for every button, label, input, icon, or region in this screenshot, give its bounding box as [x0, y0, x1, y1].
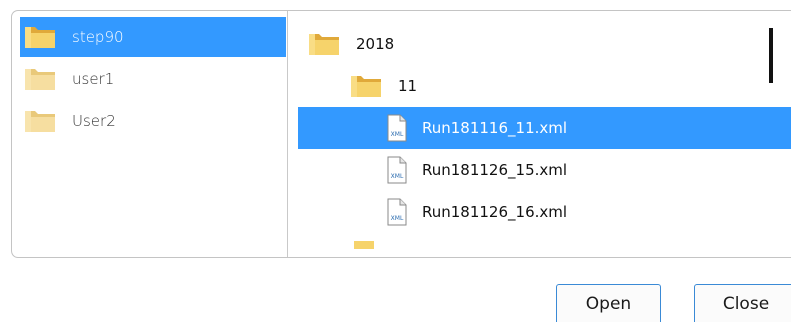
xml-icon-text: XML [391, 215, 404, 222]
xml-icon-text: XML [391, 131, 404, 138]
user-item-label: user1 [72, 70, 115, 88]
folder-icon [348, 72, 384, 100]
folder-icon [306, 30, 342, 58]
vertical-scrollbar[interactable] [769, 28, 773, 83]
tree-file-run181126-16[interactable]: XML Run181126_16.xml [386, 191, 567, 233]
xml-file-icon: XML [386, 114, 408, 142]
folder-icon [22, 23, 58, 51]
tree-folder-11[interactable]: 11 [346, 65, 417, 107]
folder-icon [354, 235, 378, 253]
tree-file-run181126-15[interactable]: XML Run181126_15.xml [386, 149, 567, 191]
open-button[interactable]: Open [556, 284, 661, 322]
user-item-label: User2 [72, 112, 116, 130]
user-item-label: step90 [72, 28, 124, 46]
tree-item-label: 2018 [356, 35, 395, 53]
tree-file-run181116-11[interactable]: XML Run181116_11.xml [298, 107, 791, 149]
user-item-user2[interactable]: User2 [20, 101, 286, 141]
tree-item-partial[interactable] [354, 235, 378, 257]
file-tree: 2018 11 XML Run181116_11.xml XML Run1811… [288, 11, 791, 257]
tree-item-label: Run181126_15.xml [422, 161, 568, 179]
folder-icon [22, 107, 58, 135]
xml-icon-text: XML [391, 173, 404, 180]
xml-file-icon: XML [386, 156, 408, 184]
folder-icon [22, 65, 58, 93]
user-item-step90[interactable]: step90 [20, 17, 286, 57]
tree-item-label: 11 [398, 77, 418, 95]
tree-item-label: Run181126_16.xml [422, 203, 568, 221]
user-item-user1[interactable]: user1 [20, 59, 286, 99]
close-button[interactable]: Close [694, 284, 791, 322]
xml-file-icon: XML [386, 198, 408, 226]
file-browser-panel: step90 user1 User2 2018 11 XML Run181116… [11, 10, 791, 258]
tree-item-label: Run181116_11.xml [422, 119, 568, 137]
user-folder-list: step90 user1 User2 [12, 11, 287, 257]
tree-folder-2018[interactable]: 2018 [304, 23, 394, 65]
